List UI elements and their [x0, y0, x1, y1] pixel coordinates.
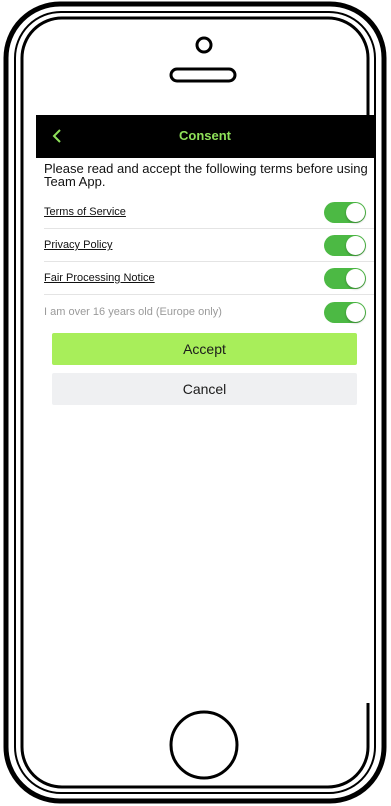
speaker-grille	[169, 67, 237, 83]
consent-row-fair-processing: Fair Processing Notice	[36, 262, 374, 295]
privacy-policy-link[interactable]: Privacy Policy	[44, 239, 112, 251]
home-button[interactable]	[169, 710, 239, 780]
camera-icon	[195, 36, 213, 54]
app-screen: Consent Please read and accept the follo…	[36, 115, 374, 703]
consent-row-terms: Terms of Service	[36, 196, 374, 229]
toggle-knob	[346, 236, 365, 255]
fair-processing-notice-link[interactable]: Fair Processing Notice	[44, 272, 155, 284]
age-confirmation-label: I am over 16 years old (Europe only)	[44, 306, 222, 318]
toggle-knob	[346, 303, 365, 322]
terms-of-service-link[interactable]: Terms of Service	[44, 206, 126, 218]
consent-row-privacy: Privacy Policy	[36, 229, 374, 262]
navbar: Consent	[36, 115, 374, 158]
terms-of-service-toggle[interactable]	[324, 202, 366, 223]
divider	[44, 294, 374, 295]
page-title: Consent	[179, 128, 231, 143]
toggle-knob	[346, 269, 365, 288]
intro-text: Please read and accept the following ter…	[44, 161, 368, 189]
fair-processing-notice-toggle[interactable]	[324, 268, 366, 289]
age-confirmation-toggle[interactable]	[324, 302, 366, 323]
cancel-button[interactable]: Cancel	[52, 373, 357, 405]
consent-row-age: I am over 16 years old (Europe only)	[36, 296, 374, 329]
privacy-policy-toggle[interactable]	[324, 235, 366, 256]
accept-button[interactable]: Accept	[52, 333, 357, 365]
toggle-knob	[346, 203, 365, 222]
